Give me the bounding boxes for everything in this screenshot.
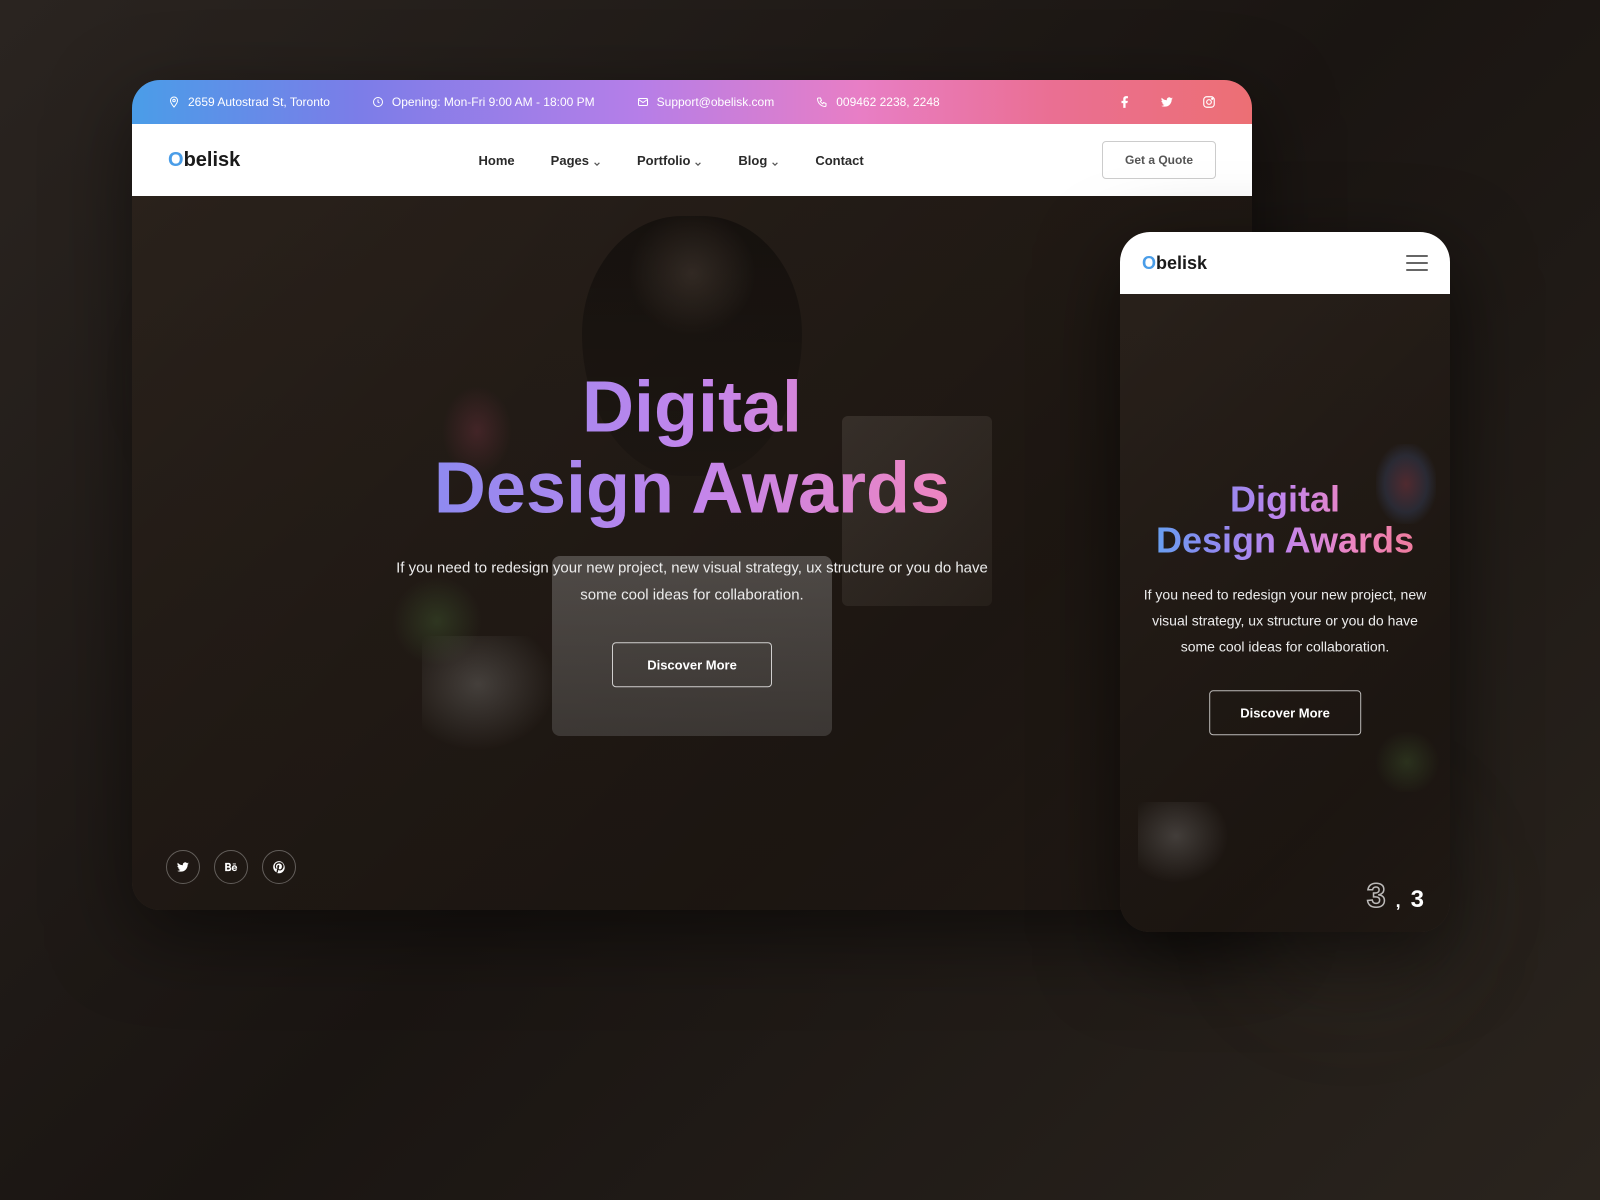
- main-navbar: Obelisk Home Pages Portfolio Blog Contac…: [132, 124, 1252, 196]
- nav-label: Home: [479, 153, 515, 168]
- hours-text: Opening: Mon-Fri 9:00 AM - 18:00 PM: [392, 95, 595, 109]
- hero-pinterest-button[interactable]: [262, 850, 296, 884]
- clock-icon: [372, 96, 384, 108]
- topbar-socials: [1118, 95, 1216, 109]
- logo-first-letter: O: [168, 149, 184, 171]
- hero-content: Digital Design Awards If you need to red…: [132, 367, 1252, 687]
- topbar-phone: 009462 2238, 2248: [816, 95, 939, 109]
- slide-counter: 3 , 3: [1367, 877, 1424, 916]
- hero-title: Digital Design Awards: [132, 367, 1252, 528]
- logo-rest: belisk: [1156, 253, 1207, 273]
- hero-title-line1: Digital: [582, 367, 802, 447]
- desktop-preview-frame: 2659 Autostrad St, Toronto Opening: Mon-…: [132, 80, 1252, 910]
- mobile-lamp-art: [1138, 802, 1233, 887]
- nav-item-home[interactable]: Home: [479, 153, 515, 168]
- nav-label: Contact: [815, 153, 863, 168]
- chevron-down-icon: [694, 156, 702, 164]
- discover-more-button[interactable]: Discover More: [612, 643, 772, 688]
- facebook-icon[interactable]: [1118, 95, 1132, 109]
- slide-current: 3: [1367, 877, 1386, 916]
- nav-menu: Home Pages Portfolio Blog Contact: [479, 153, 864, 168]
- hamburger-menu-icon[interactable]: [1406, 255, 1428, 271]
- mobile-hero-content: Digital Design Awards If you need to red…: [1133, 478, 1437, 735]
- logo-first-letter: O: [1142, 253, 1156, 273]
- slide-separator: ,: [1396, 891, 1401, 912]
- slide-total: 3: [1411, 886, 1424, 914]
- logo[interactable]: Obelisk: [168, 149, 240, 172]
- topbar-email: Support@obelisk.com: [637, 95, 775, 109]
- top-info-bar: 2659 Autostrad St, Toronto Opening: Mon-…: [132, 80, 1252, 124]
- hero-twitter-button[interactable]: [166, 850, 200, 884]
- get-quote-button[interactable]: Get a Quote: [1102, 141, 1216, 179]
- mobile-title-line2: Design Awards: [1156, 519, 1414, 560]
- pin-icon: [168, 96, 180, 108]
- mobile-logo[interactable]: Obelisk: [1142, 253, 1207, 274]
- phone-text: 009462 2238, 2248: [836, 95, 939, 109]
- instagram-icon[interactable]: [1202, 95, 1216, 109]
- chevron-down-icon: [593, 156, 601, 164]
- mobile-hero-section: Digital Design Awards If you need to red…: [1120, 294, 1450, 932]
- mobile-plant-art: [1372, 732, 1442, 792]
- mobile-preview-frame: Obelisk Digital Design Awards If you nee…: [1120, 232, 1450, 932]
- nav-item-pages[interactable]: Pages: [551, 153, 601, 168]
- nav-item-portfolio[interactable]: Portfolio: [637, 153, 702, 168]
- nav-label: Portfolio: [637, 153, 690, 168]
- mobile-discover-button[interactable]: Discover More: [1209, 690, 1361, 735]
- nav-item-blog[interactable]: Blog: [738, 153, 779, 168]
- mobile-title-line1: Digital: [1230, 478, 1340, 519]
- hero-title-line2: Design Awards: [434, 448, 950, 528]
- topbar-hours: Opening: Mon-Fri 9:00 AM - 18:00 PM: [372, 95, 595, 109]
- nav-label: Pages: [551, 153, 589, 168]
- chevron-down-icon: [771, 156, 779, 164]
- hero-subtitle: If you need to redesign your new project…: [392, 555, 992, 609]
- mobile-hero-title: Digital Design Awards: [1133, 478, 1437, 561]
- mobile-hero-subtitle: If you need to redesign your new project…: [1133, 583, 1437, 661]
- address-text: 2659 Autostrad St, Toronto: [188, 95, 330, 109]
- mobile-navbar: Obelisk: [1120, 232, 1450, 294]
- hero-behance-button[interactable]: [214, 850, 248, 884]
- topbar-address: 2659 Autostrad St, Toronto: [168, 95, 330, 109]
- mail-icon: [637, 96, 649, 108]
- hero-section: Digital Design Awards If you need to red…: [132, 196, 1252, 910]
- email-text: Support@obelisk.com: [657, 95, 775, 109]
- twitter-icon[interactable]: [1160, 95, 1174, 109]
- logo-rest: belisk: [184, 149, 241, 171]
- hero-socials: [166, 850, 296, 884]
- nav-item-contact[interactable]: Contact: [815, 153, 863, 168]
- nav-label: Blog: [738, 153, 767, 168]
- phone-icon: [816, 96, 828, 108]
